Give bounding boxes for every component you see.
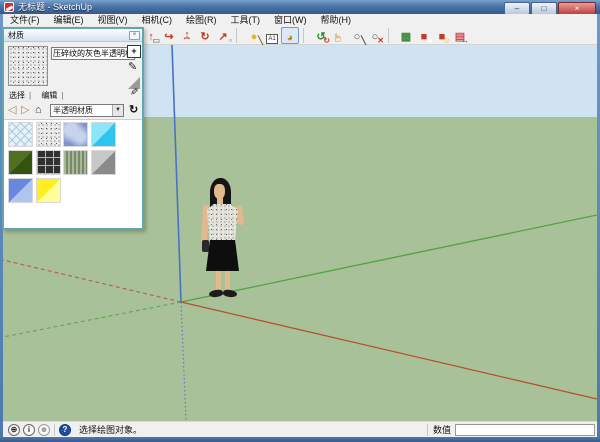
create-material-icon[interactable]: + (127, 45, 141, 58)
tab-select[interactable]: 选择 (9, 91, 25, 100)
toolbar-separator (303, 28, 310, 43)
status-message: 选择绘图对象。 (79, 422, 142, 438)
person-figure (199, 178, 247, 302)
tab-separator: | (29, 91, 31, 100)
app-icon (4, 2, 14, 12)
toolbar-separator (388, 28, 395, 43)
toolbar-separator (236, 28, 243, 43)
person-skirt (206, 240, 239, 271)
zoom-tool[interactable]: ○╲ (348, 27, 366, 44)
material-name-field[interactable] (51, 47, 135, 60)
menu-item-3[interactable]: 相机(C) (135, 14, 180, 26)
sample-paint-eyedropper-icon[interactable]: ✎ (128, 87, 139, 95)
person-shirt (207, 204, 238, 242)
details-flyout-icon[interactable]: ↻ (129, 103, 138, 116)
swatch-cloudy-blue-water[interactable] (63, 122, 88, 147)
sketchup-window: 无标题 - SketchUp – □ × 文件(F)编辑(E)视图(V)相机(C… (0, 0, 600, 442)
materials-panel-title: 材质 (8, 29, 24, 42)
swatch-translucent-blue[interactable] (8, 178, 33, 203)
person-left-shoe (209, 289, 224, 298)
blue-axis (172, 45, 181, 302)
menu-item-1[interactable]: 编辑(E) (47, 14, 91, 26)
zoom-extents-tool[interactable]: ○✕ (366, 27, 384, 44)
person-left-hand (202, 240, 209, 252)
menu-item-7[interactable]: 帮助(H) (314, 14, 359, 26)
get-models-icon[interactable]: ▩ (397, 27, 415, 44)
collection-dropdown-value: 半透明材质 (53, 105, 93, 116)
red-axis (181, 302, 597, 399)
menu-item-5[interactable]: 工具(T) (224, 14, 268, 26)
swatch-grid (4, 119, 142, 228)
forward-arrow-icon[interactable]: ▷ (21, 103, 29, 117)
geolocation-icon[interactable]: ⊕ (8, 424, 20, 436)
blue-axis-dotted (181, 302, 186, 421)
export-share-icon[interactable]: ▤→ (451, 27, 469, 44)
swatch-fabric-crosshatch-light-blue[interactable] (8, 122, 33, 147)
material-preview-thumbnail[interactable] (8, 46, 48, 86)
back-arrow-icon[interactable]: ◁ (8, 103, 16, 117)
swatch-translucent-cyan[interactable] (91, 122, 116, 147)
measurement-input[interactable] (455, 424, 595, 436)
follow-me-tool[interactable]: ↪ (160, 27, 178, 44)
paint-bucket-tool[interactable]: ◕ (281, 27, 299, 44)
push-pull-tool[interactable]: ↑▭ (142, 27, 160, 44)
orbit-tool[interactable]: ↺↻ (312, 27, 330, 44)
person-right-shoe (223, 289, 238, 298)
menu-item-0[interactable]: 文件(F) (3, 14, 47, 26)
pan-tool[interactable]: ☞ (330, 27, 348, 44)
scale-tool[interactable]: ↗▫ (214, 27, 232, 44)
chevron-down-icon[interactable]: ▼ (112, 105, 123, 116)
menu-item-4[interactable]: 绘图(R) (179, 14, 224, 26)
measurement-label: 数值 (433, 422, 451, 438)
rotate-tool[interactable]: ↻ (196, 27, 214, 44)
collection-dropdown[interactable]: 半透明材质 ▼ (50, 104, 124, 117)
swatch-striped-glass-green[interactable] (63, 150, 88, 175)
swatch-crushed-gray-translucent[interactable] (36, 122, 61, 147)
move-tool[interactable]: ↔↕ (178, 27, 196, 44)
materials-panel-close-button[interactable]: × (129, 31, 140, 40)
red-axis-dashed (3, 260, 181, 302)
window-title: 无标题 - SketchUp (18, 1, 92, 14)
status-divider-2 (427, 424, 428, 436)
swatch-translucent-yellow[interactable] (36, 178, 61, 203)
status-divider (54, 424, 55, 436)
person-face (214, 184, 225, 199)
swatch-translucent-gray[interactable] (91, 150, 116, 175)
set-material-paint-icon[interactable]: ✎ (128, 60, 137, 73)
green-axis-dashed (3, 302, 181, 337)
tab-separator2: | (61, 91, 63, 100)
help-icon[interactable]: ? (59, 424, 71, 436)
dimension-text-tool[interactable]: A1 (263, 27, 281, 44)
home-icon[interactable]: ⌂ (35, 103, 42, 117)
menu-bar: 文件(F)编辑(E)视图(V)相机(C)绘图(R)工具(T)窗口(W)帮助(H) (3, 14, 597, 26)
swatch-tinted-glass-blocks[interactable] (36, 150, 61, 175)
status-bar: ⊕ i ☻ ? 选择绘图对象。 数值 (3, 421, 597, 437)
swatch-translucent-dark-green[interactable] (8, 150, 33, 175)
sign-in-icon[interactable]: ☻ (38, 424, 50, 436)
materials-panel-header[interactable]: 材质 × (4, 29, 142, 42)
claim-credit-icon[interactable]: i (23, 424, 35, 436)
tape-measure-tool[interactable]: ●╲ (245, 27, 263, 44)
share-model-icon[interactable]: ■☺ (433, 27, 451, 44)
menu-item-2[interactable]: 视图(V) (91, 14, 135, 26)
tab-edit[interactable]: 编辑 (41, 91, 57, 100)
materials-tabs: 选择 | 编辑 | (9, 90, 67, 101)
title-bar: 无标题 - SketchUp – □ × (0, 0, 600, 14)
menu-item-6[interactable]: 窗口(W) (267, 14, 314, 26)
warehouse-upload-icon[interactable]: ■▸ (415, 27, 433, 44)
materials-panel: 材质 × + ✎ 选择 | 编辑 | ✎ ◁ ▷ ⌂ 半透明材质 ▼ ↻ (2, 27, 144, 230)
